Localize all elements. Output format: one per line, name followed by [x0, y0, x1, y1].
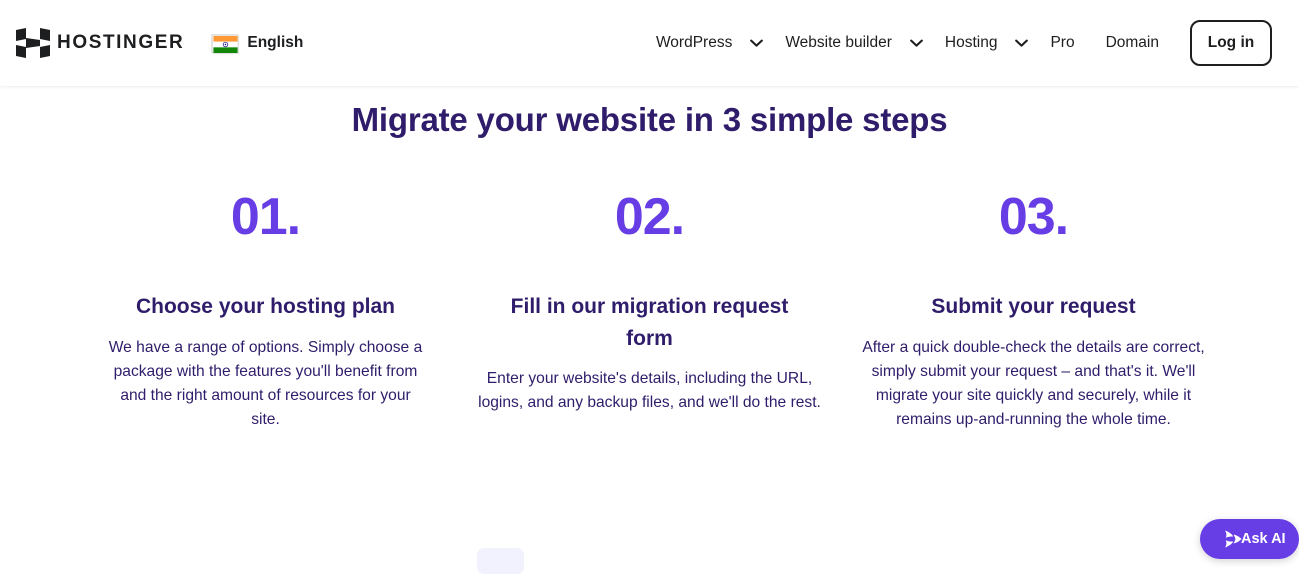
step-description: We have a range of options. Simply choos…: [108, 338, 423, 428]
step-title: Choose your hosting plan: [135, 295, 395, 318]
india-flag-icon: [211, 33, 240, 54]
brand-logo-link[interactable]: HOSTINGER: [8, 28, 184, 58]
hostinger-h-logo-icon: [12, 28, 50, 58]
login-button[interactable]: Log in: [1190, 20, 1272, 66]
site-header: HOSTINGER English WordPress Website buil…: [0, 0, 1299, 86]
page-title: Migrate your website in 3 simple steps: [351, 101, 948, 138]
nav-item-label: Pro: [1050, 34, 1075, 51]
nav-item-label: Website builder: [785, 34, 892, 51]
step-description: Enter your website's details, including …: [478, 370, 821, 412]
nav-item-website-builder[interactable]: Website builder: [785, 34, 923, 52]
nav-item-label: Hosting: [944, 34, 998, 51]
partial-bottom-element: [477, 548, 524, 574]
sparkle-ai-icon: [1211, 528, 1242, 550]
ask-ai-button[interactable]: Ask AI: [1200, 519, 1299, 559]
nav-item-hosting[interactable]: Hosting: [944, 34, 1029, 52]
ask-ai-label: Ask AI: [1241, 531, 1286, 547]
main-content: Migrate your website in 3 simple steps 0…: [0, 86, 1299, 562]
nav-item-label: WordPress: [655, 34, 733, 51]
step-number: 03.: [998, 188, 1069, 246]
step-item-02: 02. Fill in our migration request form E…: [458, 191, 842, 432]
chevron-down-icon: [1006, 39, 1029, 47]
step-number: 02.: [614, 188, 685, 246]
step-item-01: 01. Choose your hosting plan We have a r…: [74, 191, 458, 432]
nav-item-label: Domain: [1105, 34, 1159, 51]
language-selector[interactable]: English: [211, 33, 304, 54]
steps-list: 01. Choose your hosting plan We have a r…: [0, 191, 1299, 432]
step-description: After a quick double-check the details a…: [862, 338, 1205, 428]
step-number: 01.: [230, 188, 301, 246]
language-label: English: [247, 34, 304, 51]
step-item-03: 03. Submit your request After a quick do…: [842, 191, 1226, 432]
nav-item-wordpress[interactable]: WordPress: [655, 34, 764, 52]
brand-wordmark: HOSTINGER: [57, 32, 185, 53]
nav-item-domain[interactable]: Domain: [1106, 34, 1159, 52]
step-title: Fill in our migration request form: [510, 295, 789, 350]
step-title: Submit your request: [931, 295, 1136, 318]
chevron-down-icon: [901, 39, 923, 47]
primary-navigation: WordPress Website builder Hosting Pro Do…: [656, 20, 1272, 66]
chevron-down-icon: [741, 39, 764, 47]
nav-item-pro[interactable]: Pro: [1050, 34, 1074, 52]
